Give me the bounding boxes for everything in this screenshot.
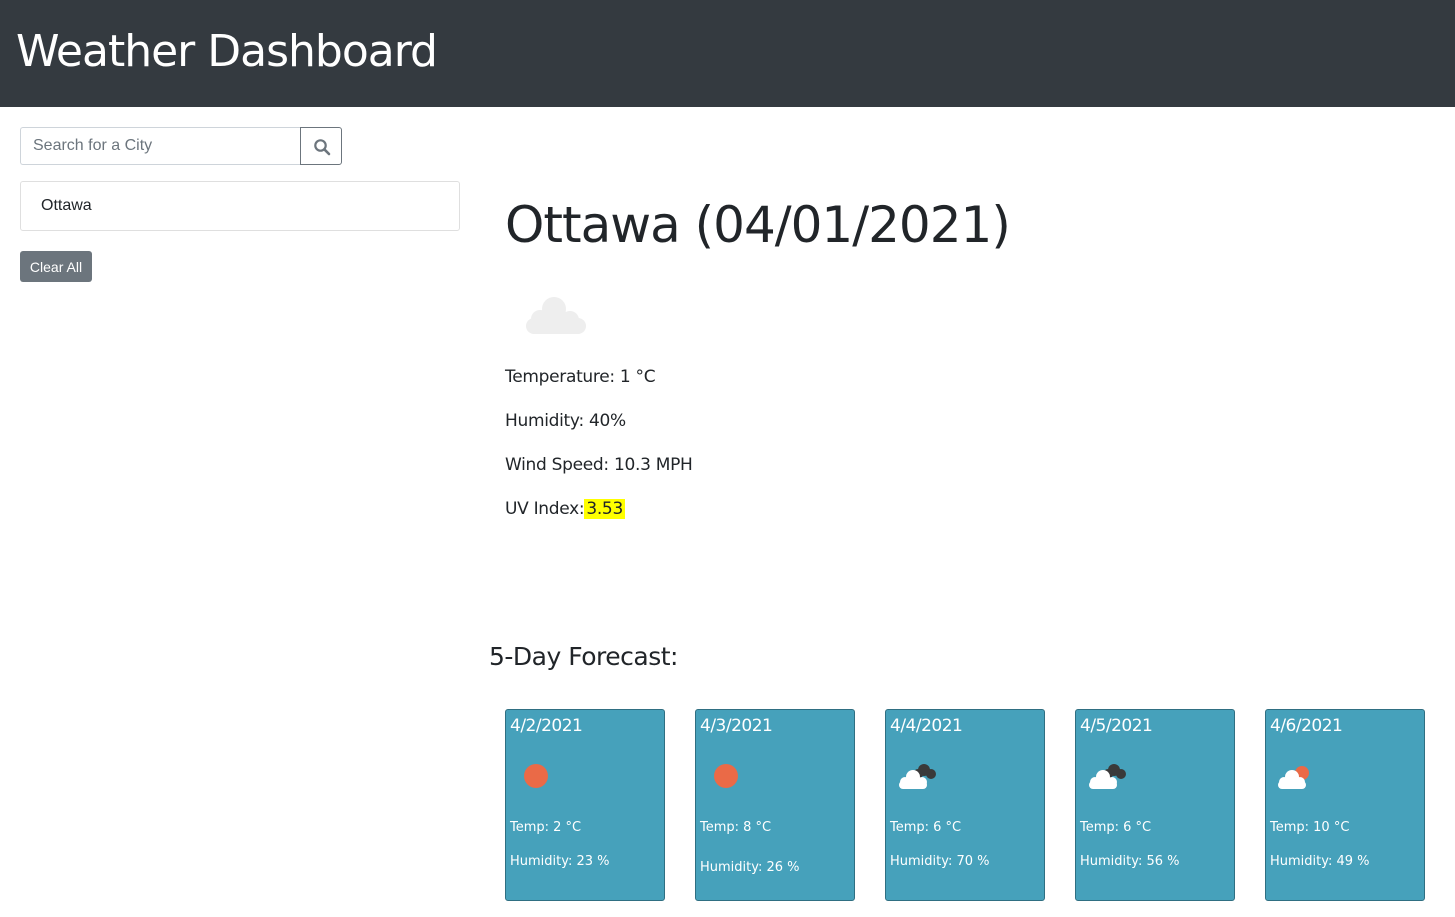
sun-icon (524, 764, 548, 788)
forecast-temp: Temp: 2 °C (510, 820, 582, 835)
current-humidity: Humidity: 40% (505, 411, 626, 431)
forecast-temp: Temp: 6 °C (1080, 820, 1152, 835)
current-city-title: Ottawa (04/01/2021) (505, 196, 1011, 254)
uv-value-badge: 3.53 (584, 499, 625, 519)
forecast-date: 4/5/2021 (1080, 716, 1153, 736)
search-button[interactable] (300, 127, 342, 165)
forecast-date: 4/6/2021 (1270, 716, 1343, 736)
search-input[interactable] (20, 127, 301, 165)
forecast-humidity: Humidity: 23 % (510, 854, 610, 869)
forecast-card: 4/2/2021 Temp: 2 °C Humidity: 23 % (505, 709, 665, 901)
dark-clouds-icon (899, 764, 936, 789)
cloud-icon (526, 297, 586, 334)
clear-all-button[interactable]: Clear All (20, 251, 92, 282)
forecast-date: 4/3/2021 (700, 716, 773, 736)
uv-label: UV Index: (505, 499, 585, 519)
forecast-temp: Temp: 8 °C (700, 820, 772, 835)
forecast-card: 4/6/2021 Temp: 10 °C Humidity: 49 % (1265, 709, 1425, 901)
dark-clouds-icon (1089, 764, 1126, 789)
forecast-title: 5-Day Forecast: (489, 642, 678, 671)
current-wind-speed: Wind Speed: 10.3 MPH (505, 455, 693, 475)
forecast-card: 4/5/2021 Temp: 6 °C Humidity: 56 % (1075, 709, 1235, 901)
current-uv-index: UV Index: 3.53 (505, 499, 625, 519)
forecast-card: 4/4/2021 Temp: 6 °C Humidity: 70 % (885, 709, 1045, 901)
history-item-ottawa[interactable]: Ottawa (21, 182, 459, 230)
app-header: Weather Dashboard (0, 0, 1455, 107)
page-title: Weather Dashboard (16, 26, 438, 77)
forecast-card: 4/3/2021 Temp: 8 °C Humidity: 26 % (695, 709, 855, 901)
search-icon (314, 139, 331, 156)
forecast-humidity: Humidity: 26 % (700, 860, 800, 875)
forecast-date: 4/2/2021 (510, 716, 583, 736)
forecast-temp: Temp: 10 °C (1270, 820, 1350, 835)
partly-sunny-icon (1278, 766, 1309, 789)
forecast-humidity: Humidity: 70 % (890, 854, 990, 869)
search-history-list: Ottawa (20, 181, 460, 231)
forecast-temp: Temp: 6 °C (890, 820, 962, 835)
current-temperature: Temperature: 1 °C (505, 367, 656, 387)
forecast-humidity: Humidity: 56 % (1080, 854, 1180, 869)
sun-icon (714, 764, 738, 788)
forecast-humidity: Humidity: 49 % (1270, 854, 1370, 869)
forecast-date: 4/4/2021 (890, 716, 963, 736)
